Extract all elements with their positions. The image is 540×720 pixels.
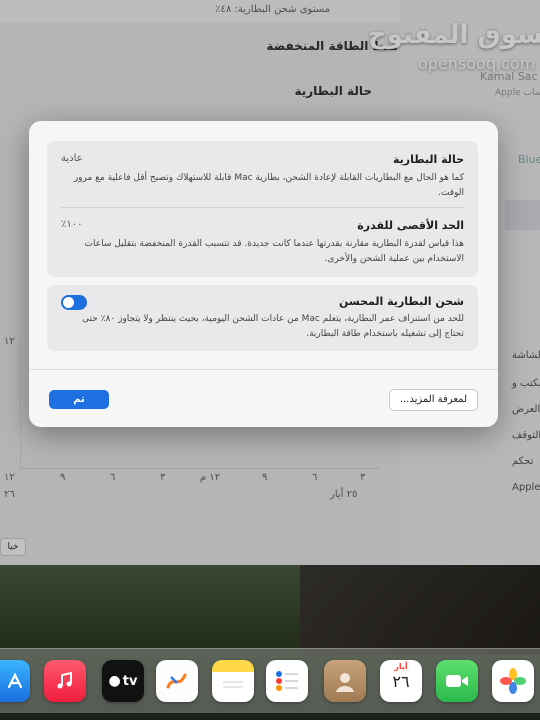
toggle-knob — [63, 297, 74, 308]
photos-icon[interactable] — [492, 660, 534, 702]
battery-info-card: حالة البطارية عادية كما هو الحال مع البط… — [47, 141, 478, 277]
max-capacity-value: ١٠٠٪ — [61, 219, 83, 230]
optimized-charging-section: شحن البطارية المحسن للحد من استنزاف عمر … — [61, 295, 464, 342]
apple-tv-icon[interactable]: ● tv — [102, 660, 144, 702]
optimized-charging-card: شحن البطارية المحسن للحد من استنزاف عمر … — [47, 285, 478, 351]
freeform-icon[interactable] — [156, 660, 198, 702]
apple-tv-label: tv — [122, 673, 138, 689]
max-capacity-description: هذا قياس لقدرة البطارية مقارنة بقدرتها ع… — [84, 239, 464, 264]
max-capacity-section: الحد الأقصى للقدرة ١٠٠٪ هذا قياس لقدرة ا… — [61, 219, 464, 267]
calendar-day: ٢٦ — [392, 672, 410, 691]
calendar-icon[interactable]: أيار ٢٦ — [380, 660, 422, 702]
dialog-footer-divider — [29, 369, 498, 370]
section-divider — [61, 207, 464, 208]
optimized-charging-description: للحد من استنزاف عمر البطارية، يتعلم Mac … — [82, 314, 464, 339]
battery-condition-section: حالة البطارية عادية كما هو الحال مع البط… — [61, 153, 464, 201]
app-store-icon[interactable] — [0, 660, 30, 702]
battery-health-dialog: حالة البطارية عادية كما هو الحال مع البط… — [29, 121, 498, 427]
learn-more-button[interactable]: لمعرفة المزيد... — [388, 389, 478, 411]
battery-condition-value: عادية — [61, 153, 83, 164]
done-button[interactable]: تم — [49, 390, 109, 409]
wallpaper-shadow — [300, 565, 540, 655]
facetime-icon[interactable] — [436, 660, 478, 702]
calendar-month: أيار — [394, 662, 408, 671]
max-capacity-title: الحد الأقصى للقدرة — [357, 219, 464, 232]
battery-condition-description: كما هو الحال مع البطاريات القابلة لإعادة… — [73, 173, 464, 198]
contacts-icon[interactable] — [324, 660, 366, 702]
music-icon[interactable] — [44, 660, 86, 702]
reminders-icon[interactable] — [266, 660, 308, 702]
optimized-charging-toggle[interactable] — [61, 295, 87, 310]
screen: مستوى شحن البطارية: ٤٨٪ نمط الطاقة المنخ… — [0, 0, 540, 565]
optimized-charging-title: شحن البطارية المحسن — [339, 295, 464, 308]
notes-icon[interactable] — [212, 660, 254, 702]
battery-condition-title: حالة البطارية — [392, 153, 464, 166]
